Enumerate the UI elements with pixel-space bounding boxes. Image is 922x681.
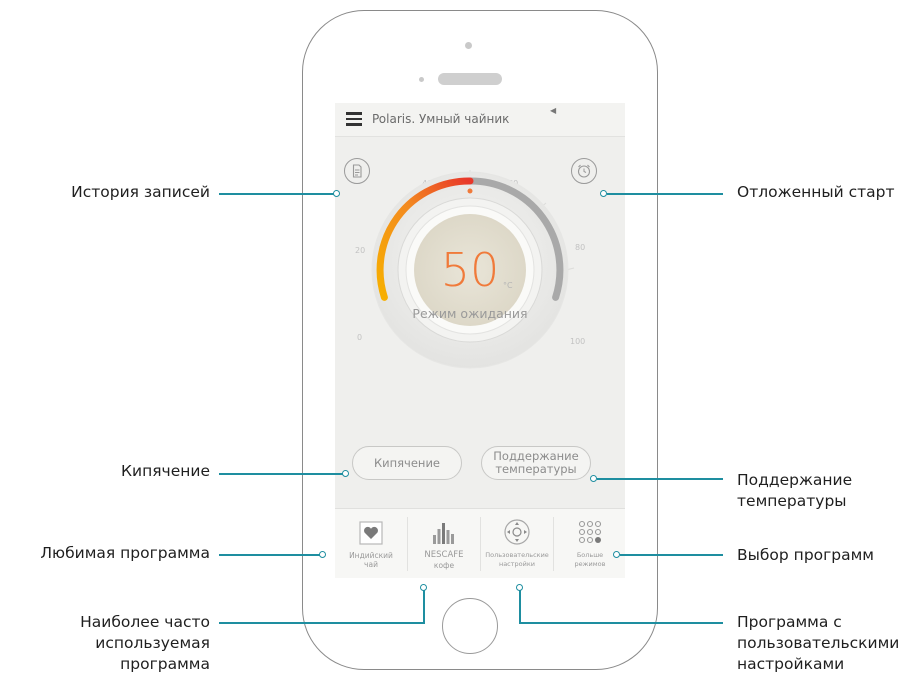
home-button[interactable] <box>442 598 498 654</box>
callout-program-select: Выбор программ <box>737 546 875 564</box>
callout-custom-line-2: пользовательскими <box>737 634 900 652</box>
temperature-value: 50 <box>440 243 500 297</box>
speaker-grille <box>438 73 502 85</box>
callout-delayed-start-line <box>607 193 723 195</box>
callout-program-select-line <box>620 554 723 556</box>
directional-pad-icon <box>504 519 530 545</box>
callout-history-line <box>219 193 334 195</box>
callout-delayed-start: Отложенный старт <box>737 183 895 201</box>
tab-more-modes[interactable]: Больше режимов <box>554 509 625 578</box>
callout-keep-warm-line-2: температуры <box>737 492 847 510</box>
callout-delayed-start-dot <box>600 190 607 197</box>
callout-keep-warm-line <box>597 478 723 480</box>
callout-history: История записей <box>71 183 210 201</box>
callout-custom-line-3: настройками <box>737 655 845 673</box>
tab-more-label-2: режимов <box>574 560 606 568</box>
app-title: Polaris. Умный чайник <box>372 112 510 126</box>
top-bar: Polaris. Умный чайник ◀ <box>335 103 625 137</box>
tab-custom-label-2: настройки <box>498 560 536 568</box>
boil-button-label: Кипячение <box>373 455 440 470</box>
tab-favorite[interactable]: Индийский чай <box>335 509 407 578</box>
callout-frequent-line-1: Наиболее часто <box>80 613 210 631</box>
grid-dots-icon <box>578 520 602 544</box>
callout-custom: Программа с пользовательскими настройкам… <box>737 612 922 675</box>
keep-warm-button[interactable]: Поддержание температуры <box>481 446 591 480</box>
tick-label-100: 100 <box>570 337 585 346</box>
tick-label-80: 80 <box>575 243 585 252</box>
keep-warm-label-2: температуры <box>495 462 577 476</box>
callout-frequent-line-3: программа <box>120 655 210 673</box>
callout-frequent-connector <box>423 590 425 624</box>
callout-custom-line <box>519 622 723 624</box>
sensor-dot <box>419 77 424 82</box>
callout-boiling: Кипячение <box>121 462 210 480</box>
tab-frequent-label-1: NESCAFE <box>424 550 464 560</box>
callout-custom-connector <box>519 590 521 624</box>
bar-chart-icon <box>433 523 454 544</box>
callout-favorite-line <box>219 554 320 556</box>
callout-favorite-dot <box>319 551 326 558</box>
tab-frequent-label-2: кофе <box>433 561 455 570</box>
camera-dot <box>465 42 472 49</box>
tab-favorite-label-2: чай <box>364 560 378 569</box>
boil-button[interactable]: Кипячение <box>352 446 462 480</box>
tick-label-20: 20 <box>355 246 365 255</box>
callout-favorite: Любимая программа <box>40 544 210 562</box>
status-text: Режим ожидания <box>412 306 528 321</box>
heart-icon <box>359 521 383 545</box>
callout-keep-warm-dot <box>590 475 597 482</box>
callout-boiling-dot <box>342 470 349 477</box>
tab-custom[interactable]: Пользовательские настройки <box>481 509 553 578</box>
callout-keep-warm-line-1: Поддержание <box>737 471 853 489</box>
tab-favorite-label-1: Индийский <box>349 551 393 560</box>
callout-program-select-dot <box>613 551 620 558</box>
callout-custom-line-1: Программа с <box>737 613 842 631</box>
callout-frequent-line-2: используемая <box>95 634 210 652</box>
tab-custom-label-1: Пользовательские <box>485 551 549 559</box>
speaker-icon: ◀ <box>550 106 557 115</box>
temperature-unit: °C <box>503 281 513 290</box>
program-tab-bar: Индийский чай NESCAFE кофе Пользовательс… <box>335 508 625 578</box>
menu-icon[interactable] <box>346 112 362 126</box>
callout-frequent: Наиболее часто используемая программа <box>20 612 210 675</box>
callout-frequent-line <box>219 622 425 624</box>
callout-boiling-line <box>219 473 343 475</box>
callout-history-dot <box>333 190 340 197</box>
app-screen: Polaris. Умный чайник ◀ 0 20 80 100 50 °… <box>335 103 625 578</box>
callout-keep-warm: Поддержание температуры <box>737 470 922 512</box>
tick-label-0: 0 <box>357 333 362 342</box>
tab-frequent[interactable]: NESCAFE кофе <box>408 509 480 578</box>
callout-frequent-dot <box>420 584 427 591</box>
